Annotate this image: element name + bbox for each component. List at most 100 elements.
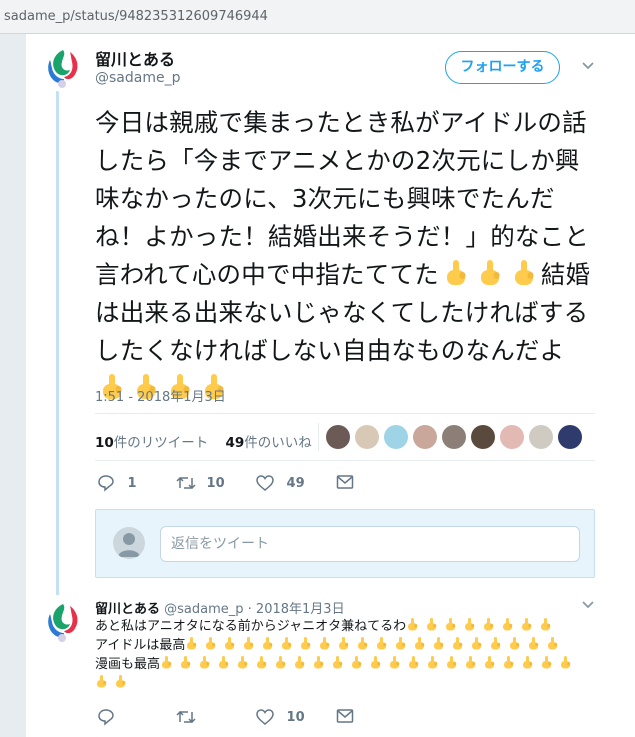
middle-finger-emoji xyxy=(514,260,534,285)
middle-finger-emoji xyxy=(504,656,514,669)
middle-finger-emoji xyxy=(390,656,400,669)
middle-finger-emoji xyxy=(428,656,438,669)
reply-composer: 返信をツイート xyxy=(95,509,595,578)
middle-finger-emoji xyxy=(446,618,456,631)
address-bar[interactable]: sadame_p/status/948235312609746944 xyxy=(0,0,635,34)
thread-line xyxy=(56,90,59,595)
retweet-stat[interactable]: 10件のリツイート xyxy=(95,435,208,451)
follow-button[interactable]: フォローする xyxy=(445,51,560,84)
liker-avatar[interactable] xyxy=(413,425,437,449)
reply-line-3: 漫画も最高 xyxy=(95,657,161,672)
middle-finger-emoji-group xyxy=(185,637,565,653)
middle-finger-emoji xyxy=(446,260,466,285)
retweet-button[interactable] xyxy=(176,708,196,726)
middle-finger-emoji xyxy=(415,637,425,650)
middle-finger-emoji xyxy=(320,637,330,650)
reply-count: 1 xyxy=(127,475,137,491)
liker-avatar[interactable] xyxy=(500,425,524,449)
default-user-icon xyxy=(118,533,140,557)
middle-finger-emoji xyxy=(97,675,107,688)
like-stat[interactable]: 49件のいいね xyxy=(225,435,311,451)
middle-finger-emoji xyxy=(523,656,533,669)
reply-button[interactable]: 1 xyxy=(97,474,137,492)
middle-finger-emoji xyxy=(427,618,437,631)
retweet-button[interactable]: 10 xyxy=(176,474,225,492)
like-button[interactable]: 10 xyxy=(256,708,305,726)
avatar-image xyxy=(40,600,86,646)
liker-avatar[interactable] xyxy=(355,425,379,449)
like-stat-count: 49 xyxy=(225,435,245,451)
retweet-icon xyxy=(176,710,196,724)
reply-date[interactable]: · 2018年1月3日 xyxy=(248,602,345,617)
middle-finger-emoji xyxy=(371,656,381,669)
heart-icon xyxy=(256,475,274,491)
middle-finger-emoji xyxy=(339,637,349,650)
reply-line-1: あと私はアニオタになる前からジャニオタ兼ねてるわ xyxy=(95,619,407,634)
middle-finger-emoji xyxy=(503,618,513,631)
dm-button[interactable] xyxy=(336,708,354,724)
middle-finger-emoji xyxy=(352,656,362,669)
middle-finger-emoji xyxy=(561,656,571,669)
middle-finger-emoji xyxy=(301,637,311,650)
liker-avatar[interactable] xyxy=(326,425,350,449)
middle-finger-emoji xyxy=(238,656,248,669)
middle-finger-emoji xyxy=(396,637,406,650)
author-name[interactable]: 留川とある xyxy=(95,46,175,70)
liker-avatar[interactable] xyxy=(471,425,495,449)
middle-finger-emoji xyxy=(295,656,305,669)
middle-finger-emoji xyxy=(187,637,197,650)
middle-finger-emoji xyxy=(257,656,267,669)
liker-avatar[interactable] xyxy=(558,425,582,449)
divider xyxy=(95,460,595,461)
like-button[interactable]: 49 xyxy=(256,474,305,492)
middle-finger-emoji xyxy=(263,637,273,650)
reply-header: 留川とある @sadame_p · 2018年1月3日 xyxy=(95,598,345,617)
middle-finger-emoji-group xyxy=(439,260,541,289)
middle-finger-emoji-group xyxy=(95,656,578,691)
middle-finger-emoji xyxy=(116,675,126,688)
divider xyxy=(95,413,595,414)
middle-finger-emoji xyxy=(206,637,216,650)
middle-finger-emoji xyxy=(529,637,539,650)
chevron-down-icon[interactable] xyxy=(580,597,596,617)
retweet-stat-label: 件のリツイート xyxy=(113,435,209,451)
reply-input[interactable]: 返信をツイート xyxy=(160,526,580,562)
middle-finger-emoji xyxy=(434,637,444,650)
author-handle[interactable]: @sadame_p xyxy=(95,70,180,86)
like-stat-label: 件のいいね xyxy=(244,435,312,451)
middle-finger-emoji xyxy=(282,637,292,650)
middle-finger-emoji xyxy=(522,618,532,631)
timestamp[interactable]: 1:51 - 2018年1月3日 xyxy=(95,386,226,405)
envelope-icon xyxy=(336,475,354,489)
middle-finger-emoji xyxy=(409,656,419,669)
middle-finger-emoji xyxy=(162,656,172,669)
reply-icon xyxy=(98,475,114,492)
middle-finger-emoji xyxy=(541,618,551,631)
reply-author-handle[interactable]: @sadame_p xyxy=(164,602,243,617)
middle-finger-emoji xyxy=(225,637,235,650)
middle-finger-emoji xyxy=(219,656,229,669)
url-text[interactable]: sadame_p/status/948235312609746944 xyxy=(4,9,268,24)
liker-avatar[interactable] xyxy=(384,425,408,449)
middle-finger-emoji xyxy=(181,656,191,669)
dm-button[interactable] xyxy=(336,474,354,490)
engagement-stats: 10件のリツイート 49件のいいね xyxy=(95,431,312,451)
avatar[interactable] xyxy=(40,46,86,92)
retweet-icon xyxy=(176,476,196,490)
reply-author-avatar[interactable] xyxy=(40,600,86,646)
middle-finger-emoji xyxy=(466,656,476,669)
chevron-down-icon[interactable] xyxy=(580,58,596,78)
middle-finger-emoji xyxy=(244,637,254,650)
liker-avatar[interactable] xyxy=(529,425,553,449)
middle-finger-emoji xyxy=(491,637,501,650)
middle-finger-emoji xyxy=(480,260,500,285)
user-avatar xyxy=(113,527,145,559)
middle-finger-emoji-group xyxy=(406,618,558,634)
reply-button[interactable] xyxy=(97,708,115,726)
reply-author-name[interactable]: 留川とある xyxy=(95,602,160,617)
liker-avatar[interactable] xyxy=(442,425,466,449)
like-count: 10 xyxy=(286,709,305,725)
middle-finger-emoji xyxy=(510,637,520,650)
middle-finger-emoji xyxy=(548,637,558,650)
middle-finger-emoji xyxy=(484,618,494,631)
